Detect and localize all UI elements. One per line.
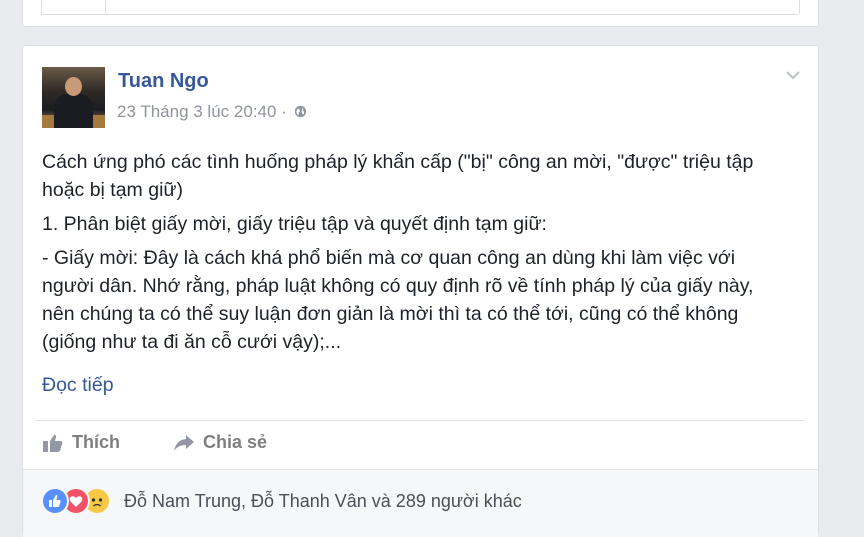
timestamp[interactable]: 23 Tháng 3 lúc 20:40 ·: [117, 102, 287, 121]
post-text: Cách ứng phó các tình huống pháp lý khẩn…: [42, 148, 782, 356]
globe-icon[interactable]: [294, 105, 307, 118]
divider: [35, 420, 805, 421]
like-label: Thích: [72, 432, 120, 452]
previous-post-thumbnail: [41, 0, 114, 15]
reaction-icons[interactable]: [41, 487, 111, 515]
chevron-down-icon[interactable]: [785, 69, 801, 81]
post-paragraph: - Giấy mời: Đây là cách khá phổ biến mà …: [42, 247, 754, 353]
share-label: Chia sẻ: [203, 432, 268, 452]
previous-post-card: [22, 0, 819, 27]
see-more-link[interactable]: Đọc tiếp: [42, 374, 114, 397]
author-name[interactable]: Tuan Ngo: [118, 70, 209, 93]
share-arrow-icon: [174, 434, 194, 451]
thumbs-up-icon: [43, 434, 63, 452]
avatar[interactable]: [42, 67, 105, 128]
post-paragraph: Cách ứng phó các tình huống pháp lý khẩn…: [42, 151, 754, 201]
post-card: Tuan Ngo 23 Tháng 3 lúc 20:40 · Cách ứng…: [22, 45, 819, 537]
previous-post-comment-box[interactable]: [105, 0, 800, 15]
post-paragraph: 1. Phân biệt giấy mời, giấy triệu tập và…: [42, 213, 547, 235]
post-meta: 23 Tháng 3 lúc 20:40 ·: [117, 102, 307, 122]
like-reaction-icon: [41, 487, 69, 515]
share-button[interactable]: Chia sẻ: [173, 432, 267, 453]
like-button[interactable]: Thích: [42, 432, 120, 453]
reaction-names[interactable]: Đỗ Nam Trung, Đỗ Thanh Vân và 289 người …: [124, 491, 522, 512]
